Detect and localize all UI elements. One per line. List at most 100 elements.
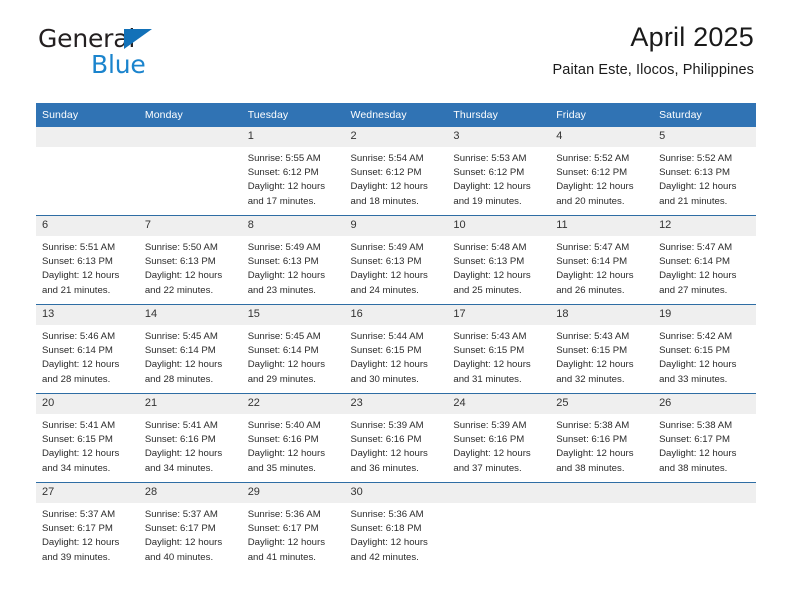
day-cell-inner: 24 Sunrise: 5:39 AM Sunset: 6:16 PM Dayligh… bbox=[447, 394, 551, 482]
day-cell-inner bbox=[138, 127, 242, 215]
sunrise-time: Sunrise: 5:46 AM bbox=[42, 331, 116, 342]
daylight-duration-line1: Daylight: 12 hours bbox=[350, 270, 428, 282]
calendar-day-cell[interactable]: 3 Sunrise: 5:53 AM Sunset: 6:12 PM Daylight… bbox=[447, 127, 551, 216]
day-number: 12 bbox=[653, 216, 756, 236]
calendar-day-cell[interactable]: 14 Sunrise: 5:45 AM Sunset: 6:14 PM Dayligh… bbox=[138, 304, 242, 394]
sunrise-time: Sunrise: 5:42 AM bbox=[659, 331, 733, 342]
calendar-day-cell[interactable]: 4 Sunrise: 5:52 AM Sunset: 6:12 PM Daylight… bbox=[550, 127, 654, 216]
day-number: 30 bbox=[344, 483, 448, 503]
general-blue-logo[interactable]: General Blue bbox=[38, 26, 228, 78]
calendar-day-cell[interactable]: 19 Sunrise: 5:42 AM Sunset: 6:15 PM Dayligh… bbox=[653, 304, 756, 394]
sunrise-time: Sunrise: 5:45 AM bbox=[247, 331, 321, 342]
calendar-day-cell[interactable]: 15 Sunrise: 5:45 AM Sunset: 6:14 PM Dayligh… bbox=[241, 304, 345, 394]
day-details: Sunrise: 5:43 AM Sunset: 6:15 PM Daylight:… bbox=[447, 325, 550, 387]
calendar-day-cell[interactable]: 25 Sunrise: 5:38 AM Sunset: 6:16 PM Dayligh… bbox=[550, 393, 654, 483]
day-number bbox=[447, 483, 551, 503]
calendar-day-cell[interactable]: 30 Sunrise: 5:36 AM Sunset: 6:18 PM Dayligh… bbox=[344, 482, 448, 571]
day-cell-inner: 1 Sunrise: 5:55 AM Sunset: 6:12 PM Daylight… bbox=[241, 127, 345, 215]
sunrise-time: Sunrise: 5:36 AM bbox=[247, 509, 321, 520]
day-number: 14 bbox=[138, 305, 242, 325]
day-number: 19 bbox=[653, 305, 756, 325]
calendar-day-cell[interactable]: 21 Sunrise: 5:41 AM Sunset: 6:16 PM Dayligh… bbox=[138, 393, 242, 483]
sunrise-time: Sunrise: 5:41 AM bbox=[42, 420, 116, 431]
day-number: 25 bbox=[550, 394, 654, 414]
sunset-time: Sunset: 6:14 PM bbox=[659, 256, 730, 268]
calendar-day-cell[interactable]: 28 Sunrise: 5:37 AM Sunset: 6:17 PM Dayligh… bbox=[138, 482, 242, 571]
daylight-duration-line2: and 18 minutes. bbox=[350, 195, 419, 207]
sunrise-time: Sunrise: 5:52 AM bbox=[659, 153, 733, 164]
day-cell-inner: 30 Sunrise: 5:36 AM Sunset: 6:18 PM Dayligh… bbox=[344, 483, 448, 571]
day-details: Sunrise: 5:52 AM Sunset: 6:12 PM Daylight:… bbox=[550, 147, 653, 209]
sunset-time: Sunset: 6:17 PM bbox=[144, 523, 216, 535]
daylight-duration-line1: Daylight: 12 hours bbox=[659, 448, 737, 460]
day-cell-inner bbox=[447, 483, 551, 571]
daylight-duration-line2: and 17 minutes. bbox=[247, 195, 316, 207]
calendar-day-cell[interactable]: 18 Sunrise: 5:43 AM Sunset: 6:15 PM Dayligh… bbox=[550, 304, 654, 394]
daylight-duration-line2: and 30 minutes. bbox=[350, 373, 419, 385]
calendar-day-cell[interactable]: 11 Sunrise: 5:47 AM Sunset: 6:14 PM Dayligh… bbox=[550, 215, 654, 305]
calendar-day-cell[interactable]: 22 Sunrise: 5:40 AM Sunset: 6:16 PM Dayligh… bbox=[241, 393, 345, 483]
day-details: Sunrise: 5:39 AM Sunset: 6:16 PM Daylight:… bbox=[345, 414, 448, 476]
daylight-duration-line2: and 35 minutes. bbox=[247, 462, 316, 474]
day-details: Sunrise: 5:38 AM Sunset: 6:16 PM Daylight:… bbox=[550, 414, 653, 476]
daylight-duration-line1: Daylight: 12 hours bbox=[350, 448, 428, 460]
calendar-day-cell[interactable]: 27 Sunrise: 5:37 AM Sunset: 6:17 PM Dayligh… bbox=[36, 482, 139, 571]
calendar-day-cell[interactable]: 6 Sunrise: 5:51 AM Sunset: 6:13 PM Daylight… bbox=[36, 215, 139, 305]
daylight-duration-line1: Daylight: 12 hours bbox=[247, 448, 326, 460]
daylight-duration-line2: and 37 minutes. bbox=[453, 462, 522, 474]
calendar-week-row: 1 Sunrise: 5:55 AM Sunset: 6:12 PM Daylight… bbox=[36, 127, 756, 216]
calendar-empty-cell bbox=[653, 482, 756, 571]
calendar-day-cell[interactable]: 20 Sunrise: 5:41 AM Sunset: 6:15 PM Dayligh… bbox=[36, 393, 139, 483]
sunset-time: Sunset: 6:17 PM bbox=[247, 523, 319, 535]
daylight-duration-line1: Daylight: 12 hours bbox=[556, 270, 634, 282]
sunrise-time: Sunrise: 5:38 AM bbox=[556, 420, 630, 431]
sunrise-time: Sunrise: 5:52 AM bbox=[556, 153, 630, 164]
daylight-duration-line1: Daylight: 12 hours bbox=[659, 270, 737, 282]
calendar-day-cell[interactable]: 10 Sunrise: 5:48 AM Sunset: 6:13 PM Dayligh… bbox=[447, 215, 551, 305]
daylight-duration-line1: Daylight: 12 hours bbox=[556, 448, 634, 460]
day-cell-inner: 4 Sunrise: 5:52 AM Sunset: 6:12 PM Daylight… bbox=[550, 127, 654, 215]
day-cell-inner: 13 Sunrise: 5:46 AM Sunset: 6:14 PM Dayligh… bbox=[36, 305, 139, 393]
daylight-duration-line1: Daylight: 12 hours bbox=[453, 359, 531, 371]
calendar-day-cell[interactable]: 2 Sunrise: 5:54 AM Sunset: 6:12 PM Daylight… bbox=[344, 127, 448, 216]
calendar-day-cell[interactable]: 1 Sunrise: 5:55 AM Sunset: 6:12 PM Daylight… bbox=[241, 127, 345, 216]
calendar-week-row: 13 Sunrise: 5:46 AM Sunset: 6:14 PM Dayligh… bbox=[36, 304, 756, 394]
day-number: 18 bbox=[550, 305, 654, 325]
calendar-day-cell[interactable]: 12 Sunrise: 5:47 AM Sunset: 6:14 PM Dayligh… bbox=[653, 215, 756, 305]
day-cell-inner: 12 Sunrise: 5:47 AM Sunset: 6:14 PM Dayligh… bbox=[653, 216, 756, 304]
calendar-day-cell[interactable]: 29 Sunrise: 5:36 AM Sunset: 6:17 PM Dayligh… bbox=[241, 482, 345, 571]
day-cell-inner: 7 Sunrise: 5:50 AM Sunset: 6:13 PM Daylight… bbox=[138, 216, 242, 304]
day-cell-inner: 29 Sunrise: 5:36 AM Sunset: 6:17 PM Dayligh… bbox=[241, 483, 345, 571]
day-number: 15 bbox=[241, 305, 345, 325]
calendar-header-row: Sunday Monday Tuesday Wednesday Thursday… bbox=[36, 103, 756, 127]
day-details: Sunrise: 5:38 AM Sunset: 6:17 PM Daylight:… bbox=[653, 414, 756, 476]
calendar-day-cell[interactable]: 8 Sunrise: 5:49 AM Sunset: 6:13 PM Daylight… bbox=[241, 215, 345, 305]
day-number: 26 bbox=[653, 394, 756, 414]
logo-text-blue: Blue bbox=[91, 50, 146, 79]
daylight-duration-line1: Daylight: 12 hours bbox=[144, 448, 223, 460]
sunrise-time: Sunrise: 5:37 AM bbox=[144, 509, 218, 520]
sunrise-time: Sunrise: 5:53 AM bbox=[453, 153, 527, 164]
weekday-header-sunday: Sunday bbox=[36, 103, 139, 127]
calendar-day-cell[interactable]: 13 Sunrise: 5:46 AM Sunset: 6:14 PM Dayligh… bbox=[36, 304, 139, 394]
daylight-duration-line1: Daylight: 12 hours bbox=[42, 270, 120, 282]
calendar-day-cell[interactable]: 17 Sunrise: 5:43 AM Sunset: 6:15 PM Dayligh… bbox=[447, 304, 551, 394]
day-number bbox=[653, 483, 756, 503]
calendar-day-cell[interactable]: 23 Sunrise: 5:39 AM Sunset: 6:16 PM Dayligh… bbox=[344, 393, 448, 483]
calendar-page: General Blue April 2025 Paitan Este, Ilo… bbox=[0, 0, 792, 612]
daylight-duration-line1: Daylight: 12 hours bbox=[659, 359, 737, 371]
day-cell-inner: 23 Sunrise: 5:39 AM Sunset: 6:16 PM Dayligh… bbox=[344, 394, 448, 482]
calendar-day-cell[interactable]: 16 Sunrise: 5:44 AM Sunset: 6:15 PM Dayligh… bbox=[344, 304, 448, 394]
calendar-day-cell[interactable]: 24 Sunrise: 5:39 AM Sunset: 6:16 PM Dayligh… bbox=[447, 393, 551, 483]
daylight-duration-line2: and 29 minutes. bbox=[247, 373, 316, 385]
calendar-day-cell[interactable]: 26 Sunrise: 5:38 AM Sunset: 6:17 PM Dayligh… bbox=[653, 393, 756, 483]
day-cell-inner: 17 Sunrise: 5:43 AM Sunset: 6:15 PM Dayligh… bbox=[447, 305, 551, 393]
page-title: April 2025 bbox=[630, 22, 754, 52]
calendar-day-cell[interactable]: 7 Sunrise: 5:50 AM Sunset: 6:13 PM Daylight… bbox=[138, 215, 242, 305]
daylight-duration-line2: and 25 minutes. bbox=[453, 284, 522, 296]
calendar-day-cell[interactable]: 9 Sunrise: 5:49 AM Sunset: 6:13 PM Daylight… bbox=[344, 215, 448, 305]
calendar-body: 1 Sunrise: 5:55 AM Sunset: 6:12 PM Daylight… bbox=[36, 127, 756, 571]
calendar-day-cell[interactable]: 5 Sunrise: 5:52 AM Sunset: 6:13 PM Daylight… bbox=[653, 127, 756, 216]
daylight-duration-line2: and 31 minutes. bbox=[453, 373, 522, 385]
location-subtitle: Paitan Este, Ilocos, Philippines bbox=[552, 62, 754, 79]
